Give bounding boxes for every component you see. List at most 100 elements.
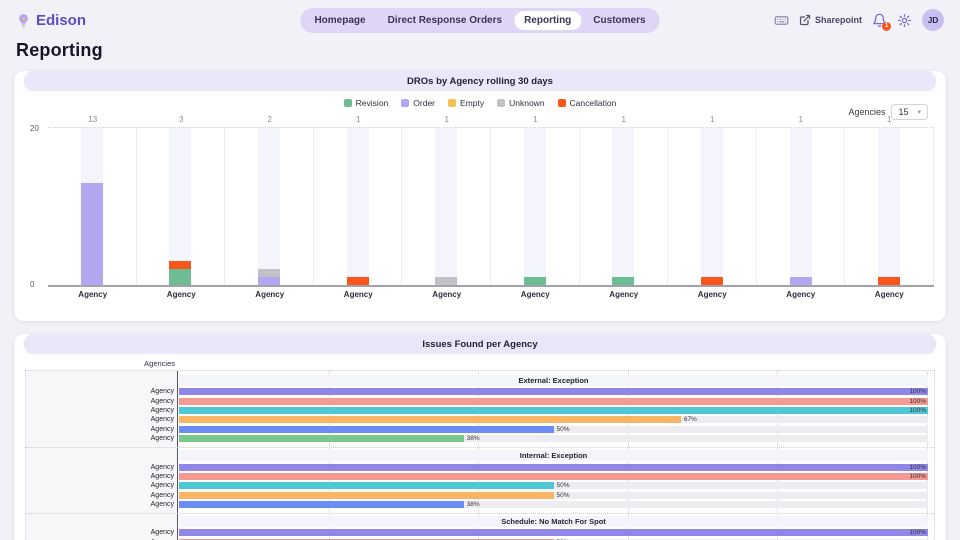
issue-bar <box>179 388 928 395</box>
agencies-select-value: 15 <box>898 107 908 117</box>
agencies-control: Agencies 15 ▾ <box>848 104 928 120</box>
legend-swatch <box>344 99 352 107</box>
issue-bar-percent: 100% <box>909 473 926 480</box>
bar-segment-revision <box>612 277 634 285</box>
issue-group-header: External: Exception <box>26 373 934 387</box>
legend-swatch <box>497 99 505 107</box>
tab-direct-response-orders[interactable]: Direct Response Orders <box>378 11 513 30</box>
bar-total-label: 1 <box>492 115 581 127</box>
issue-row: Agency38% <box>26 434 934 443</box>
issue-bar <box>179 426 554 433</box>
sharepoint-link[interactable]: Sharepoint <box>799 14 862 26</box>
x-axis-labels: AgencyAgencyAgencyAgencyAgencyAgencyAgen… <box>48 287 934 302</box>
x-axis-label: Agency <box>669 290 758 299</box>
issues-chart-title: Issues Found per Agency <box>24 334 936 354</box>
x-axis-label: Agency <box>580 290 669 299</box>
issue-bar-percent: 50% <box>557 426 570 433</box>
issue-row-label: Agency <box>26 398 178 405</box>
bar-track <box>612 128 634 285</box>
issue-group-title: External: Exception <box>179 375 928 386</box>
settings-gear-icon[interactable] <box>897 13 912 28</box>
user-avatar[interactable]: JD <box>922 9 944 31</box>
issue-row: Agency100% <box>26 472 934 481</box>
issue-bar <box>179 435 464 442</box>
notifications-bell-icon[interactable]: 1 <box>872 13 887 28</box>
legend-label: Empty <box>460 98 484 108</box>
issue-row-label: Agency <box>26 426 178 433</box>
legend-item-order[interactable]: Order <box>401 98 435 108</box>
issue-row-label: Agency <box>26 501 178 508</box>
x-axis-label: Agency <box>48 290 138 299</box>
notification-badge: 1 <box>882 22 891 31</box>
bar-track <box>790 128 812 285</box>
issue-group-title: Schedule: No Match For Spot <box>179 516 928 527</box>
external-link-icon <box>799 14 811 26</box>
issue-bar-track: 38% <box>179 435 928 442</box>
legend-item-revision[interactable]: Revision <box>344 98 389 108</box>
header-actions: Sharepoint 1 JD <box>774 9 944 31</box>
bar-segment-unknown <box>258 269 280 277</box>
legend-item-empty[interactable]: Empty <box>448 98 484 108</box>
issue-bar-percent: 67% <box>684 416 697 423</box>
legend-label: Cancellation <box>570 98 617 108</box>
legend-swatch <box>401 99 409 107</box>
bar-column <box>668 128 757 285</box>
dro-chart-title: DROs by Agency rolling 30 days <box>24 71 936 91</box>
issue-row-label: Agency <box>26 529 178 536</box>
bar-track <box>435 128 457 285</box>
bar-column <box>225 128 314 285</box>
x-axis-label: Agency <box>492 290 581 299</box>
issues-chart-card: Issues Found per Agency Agencies Externa… <box>14 334 946 540</box>
issue-bar-track: 67% <box>179 416 928 423</box>
bar-column <box>580 128 669 285</box>
issue-row-label: Agency <box>26 388 178 395</box>
issue-bar-percent: 50% <box>557 492 570 499</box>
app-name: Edison <box>36 12 86 29</box>
issue-bar-percent: 100% <box>909 407 926 414</box>
bar-plot-area: 20 0 <box>48 127 934 287</box>
issue-bar-track: 50% <box>179 492 928 499</box>
bar-track <box>169 128 191 285</box>
bar-total-label: 1 <box>757 115 846 127</box>
issue-row: Agency 50% <box>26 481 934 490</box>
legend-item-cancellation[interactable]: Cancellation <box>558 98 617 108</box>
issue-row: Agency67% <box>26 415 934 424</box>
issue-row-label: Agency <box>26 482 178 489</box>
tab-homepage[interactable]: Homepage <box>304 11 375 30</box>
agencies-axis-title: Agencies <box>25 359 177 370</box>
issue-bar-percent: 50% <box>557 482 570 489</box>
legend-item-unknown[interactable]: Unknown <box>497 98 544 108</box>
chevron-down-icon: ▾ <box>917 108 921 116</box>
tab-reporting[interactable]: Reporting <box>514 11 581 30</box>
tab-customers[interactable]: Customers <box>583 11 655 30</box>
dro-chart-card: DROs by Agency rolling 30 days Revision O… <box>14 71 946 321</box>
bar-segment-order <box>790 277 812 285</box>
bar-track <box>81 128 103 285</box>
bar-total-label: 1 <box>403 115 492 127</box>
bar-column <box>314 128 403 285</box>
issue-row-label: Agency <box>26 464 178 471</box>
issue-row: Agency100% <box>26 406 934 415</box>
agencies-select[interactable]: 15 ▾ <box>891 104 928 120</box>
issue-row: Agency100% <box>26 396 934 405</box>
issue-bar <box>179 416 681 423</box>
bar-track <box>524 128 546 285</box>
page-title: Reporting <box>0 40 960 61</box>
bar-column <box>491 128 580 285</box>
bar-segment-revision <box>524 277 546 285</box>
bar-segment-cancellation <box>878 277 900 285</box>
issue-group: External: ExceptionAgency100%Agency100%A… <box>26 373 934 448</box>
lightbulb-icon <box>16 13 31 28</box>
issues-bar-chart: External: ExceptionAgency100%Agency100%A… <box>25 370 935 540</box>
x-axis-label: Agency <box>846 290 935 299</box>
issue-bar-percent: 38% <box>467 435 480 442</box>
bar-segment-cancellation <box>169 261 191 269</box>
keyboard-icon[interactable] <box>774 13 789 28</box>
issue-row: Agency100% <box>26 528 934 537</box>
issue-bar-track: 100% <box>179 388 928 395</box>
bar-segment-order <box>258 277 280 285</box>
legend-label: Unknown <box>509 98 544 108</box>
issue-row-label: Agency <box>26 492 178 499</box>
issue-group: Schedule: No Match For SpotAgency100%Age… <box>26 514 934 540</box>
issue-bar-percent: 100% <box>909 388 926 395</box>
